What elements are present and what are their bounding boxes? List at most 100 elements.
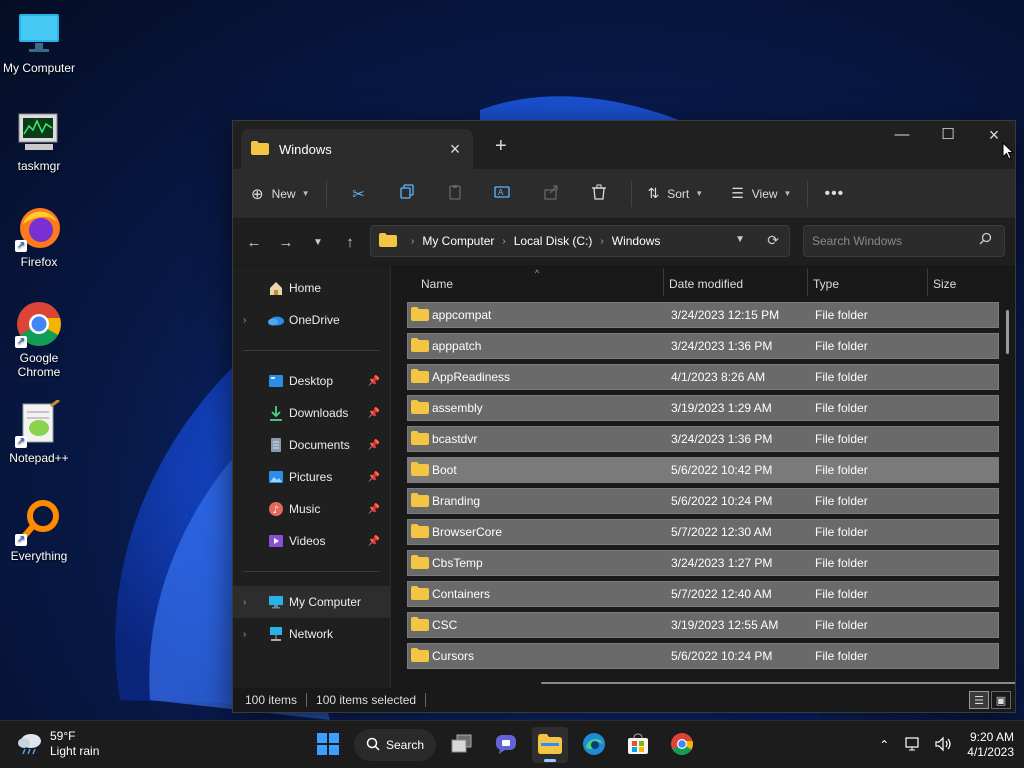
expand-chevron-icon[interactable]: › bbox=[243, 597, 265, 608]
table-row[interactable]: appcompat 3/24/2023 12:15 PM File folder bbox=[407, 302, 999, 328]
rename-button[interactable]: A bbox=[479, 177, 527, 211]
new-tab-icon[interactable]: + bbox=[495, 135, 507, 158]
search-box[interactable] bbox=[803, 225, 1005, 257]
vertical-scrollbar[interactable] bbox=[1006, 310, 1009, 354]
breadcrumb-windows[interactable]: Windows bbox=[612, 234, 661, 248]
column-divider[interactable] bbox=[807, 268, 808, 296]
share-button[interactable] bbox=[527, 177, 575, 211]
tab-windows[interactable]: Windows × bbox=[241, 129, 473, 169]
taskbar-search-button[interactable]: Search bbox=[354, 729, 437, 761]
cut-button[interactable]: ✂ bbox=[335, 177, 383, 211]
nav-item-videos[interactable]: Videos 📌 bbox=[233, 525, 390, 557]
address-bar[interactable]: › My Computer › Local Disk (C:) › Window… bbox=[370, 225, 790, 257]
start-button[interactable] bbox=[310, 727, 346, 763]
table-row[interactable]: Boot 5/6/2022 10:42 PM File folder bbox=[407, 457, 999, 483]
forward-icon[interactable]: → bbox=[270, 234, 302, 251]
nav-item-my-computer[interactable]: › My Computer bbox=[233, 586, 390, 618]
delete-button[interactable] bbox=[575, 177, 623, 211]
navigation-pane: Home › OneDrive Desktop 📌 Downloads � bbox=[233, 266, 391, 688]
recent-locations-icon[interactable]: ▼ bbox=[302, 237, 334, 248]
chevron-down-icon: ▼ bbox=[783, 189, 792, 198]
details-view-button[interactable]: ☰ bbox=[969, 691, 989, 709]
expand-chevron-icon[interactable]: › bbox=[243, 315, 265, 326]
network-tray-icon[interactable] bbox=[905, 736, 921, 755]
volume-icon[interactable] bbox=[935, 736, 953, 755]
refresh-icon[interactable]: ⟳ bbox=[767, 232, 779, 249]
table-row[interactable]: assembly 3/19/2023 1:29 AM File folder bbox=[407, 395, 999, 421]
view-button[interactable]: ☰ View ▼ bbox=[723, 177, 799, 211]
desktop-icon-taskmgr[interactable]: taskmgr bbox=[0, 108, 78, 173]
tiles-view-button[interactable]: ▣ bbox=[991, 691, 1011, 709]
maximize-icon[interactable]: ☐ bbox=[925, 121, 971, 151]
breadcrumb-local-disk[interactable]: Local Disk (C:) bbox=[514, 234, 593, 248]
pin-icon[interactable]: 📌 bbox=[368, 536, 380, 547]
back-icon[interactable]: ← bbox=[238, 234, 270, 251]
show-hidden-icons-chevron-icon[interactable]: ⌃ bbox=[879, 738, 889, 752]
rename-icon: A bbox=[493, 184, 512, 203]
weather-widget[interactable]: 59°F Light rain bbox=[16, 729, 99, 759]
up-icon[interactable]: ↑ bbox=[334, 234, 366, 251]
column-header-name[interactable]: Name bbox=[421, 266, 453, 302]
minimize-icon[interactable]: — bbox=[879, 121, 925, 151]
pin-icon[interactable]: 📌 bbox=[368, 440, 380, 451]
column-divider[interactable] bbox=[663, 268, 664, 296]
pin-icon[interactable]: 📌 bbox=[368, 408, 380, 419]
search-input[interactable] bbox=[812, 234, 972, 248]
column-divider[interactable] bbox=[927, 268, 928, 296]
table-row[interactable]: Branding 5/6/2022 10:24 PM File folder bbox=[407, 488, 999, 514]
more-icon: ••• bbox=[824, 184, 845, 202]
expand-chevron-icon[interactable]: › bbox=[243, 629, 265, 640]
chrome-taskbar-button[interactable] bbox=[664, 727, 700, 763]
store-button[interactable] bbox=[620, 727, 656, 763]
desktop-icon-chrome[interactable]: ↗ Google Chrome bbox=[0, 300, 78, 379]
nav-item-onedrive[interactable]: › OneDrive bbox=[233, 304, 390, 336]
task-view-button[interactable] bbox=[444, 727, 480, 763]
view-list-icon: ☰ bbox=[731, 185, 744, 201]
shortcut-arrow-icon: ↗ bbox=[15, 436, 27, 448]
more-options-button[interactable]: ••• bbox=[816, 177, 852, 211]
nav-item-home[interactable]: Home bbox=[233, 272, 390, 304]
nav-item-desktop[interactable]: Desktop 📌 bbox=[233, 365, 390, 397]
desktop-icon-notepadpp[interactable]: ↗ Notepad++ bbox=[0, 398, 78, 465]
table-row[interactable]: Cursors 5/6/2022 10:24 PM File folder bbox=[407, 643, 999, 669]
table-row[interactable]: apppatch 3/24/2023 1:36 PM File folder bbox=[407, 333, 999, 359]
horizontal-scrollbar[interactable] bbox=[541, 682, 1015, 684]
column-header-type[interactable]: Type bbox=[813, 266, 839, 302]
chat-button[interactable] bbox=[488, 727, 524, 763]
table-row[interactable]: BrowserCore 5/7/2022 12:30 AM File folde… bbox=[407, 519, 999, 545]
clock[interactable]: 9:20 AM 4/1/2023 bbox=[967, 730, 1014, 760]
table-row[interactable]: CSC 3/19/2023 12:55 AM File folder bbox=[407, 612, 999, 638]
table-row[interactable]: Containers 5/7/2022 12:40 AM File folder bbox=[407, 581, 999, 607]
paste-button[interactable] bbox=[431, 177, 479, 211]
file-explorer-window: Windows × + — ☐ × ⊕ New ▼ ✂ A ⇅ Sort ▼ ☰… bbox=[232, 120, 1016, 713]
desktop-icon-everything[interactable]: ↗ Everything bbox=[0, 498, 78, 563]
sort-button[interactable]: ⇅ Sort ▼ bbox=[640, 177, 712, 211]
table-row[interactable]: AppReadiness 4/1/2023 8:26 AM File folde… bbox=[407, 364, 999, 390]
edge-button[interactable] bbox=[576, 727, 612, 763]
tab-close-icon[interactable]: × bbox=[441, 139, 469, 160]
copy-button[interactable] bbox=[383, 177, 431, 211]
chevron-down-icon: ▼ bbox=[301, 189, 310, 198]
table-row[interactable]: CbsTemp 3/24/2023 1:27 PM File folder bbox=[407, 550, 999, 576]
scissors-icon: ✂ bbox=[352, 185, 365, 203]
file-explorer-taskbar-button[interactable] bbox=[532, 727, 569, 763]
desktop-icon-my-computer[interactable]: My Computer bbox=[0, 10, 78, 75]
nav-item-network[interactable]: › Network bbox=[233, 618, 390, 650]
pin-icon[interactable]: 📌 bbox=[368, 472, 380, 483]
pin-icon[interactable]: 📌 bbox=[368, 376, 380, 387]
new-button[interactable]: ⊕ New ▼ bbox=[243, 177, 318, 211]
address-history-icon[interactable]: ▼ bbox=[735, 234, 745, 245]
pin-icon[interactable]: 📌 bbox=[368, 504, 380, 515]
breadcrumb-my-computer[interactable]: My Computer bbox=[422, 234, 494, 248]
column-header-date[interactable]: Date modified bbox=[669, 266, 743, 302]
nav-item-pictures[interactable]: Pictures 📌 bbox=[233, 461, 390, 493]
table-row[interactable]: bcastdvr 3/24/2023 1:36 PM File folder bbox=[407, 426, 999, 452]
nav-item-documents[interactable]: Documents 📌 bbox=[233, 429, 390, 461]
nav-item-downloads[interactable]: Downloads 📌 bbox=[233, 397, 390, 429]
desktop-icon-firefox[interactable]: ↗ Firefox bbox=[0, 204, 78, 269]
file-date: 3/19/2023 1:29 AM bbox=[671, 401, 772, 415]
view-label: View bbox=[751, 186, 778, 201]
tiles-view-icon: ▣ bbox=[995, 694, 1007, 707]
column-header-size[interactable]: Size bbox=[933, 266, 956, 302]
nav-item-music[interactable]: ♪ Music 📌 bbox=[233, 493, 390, 525]
